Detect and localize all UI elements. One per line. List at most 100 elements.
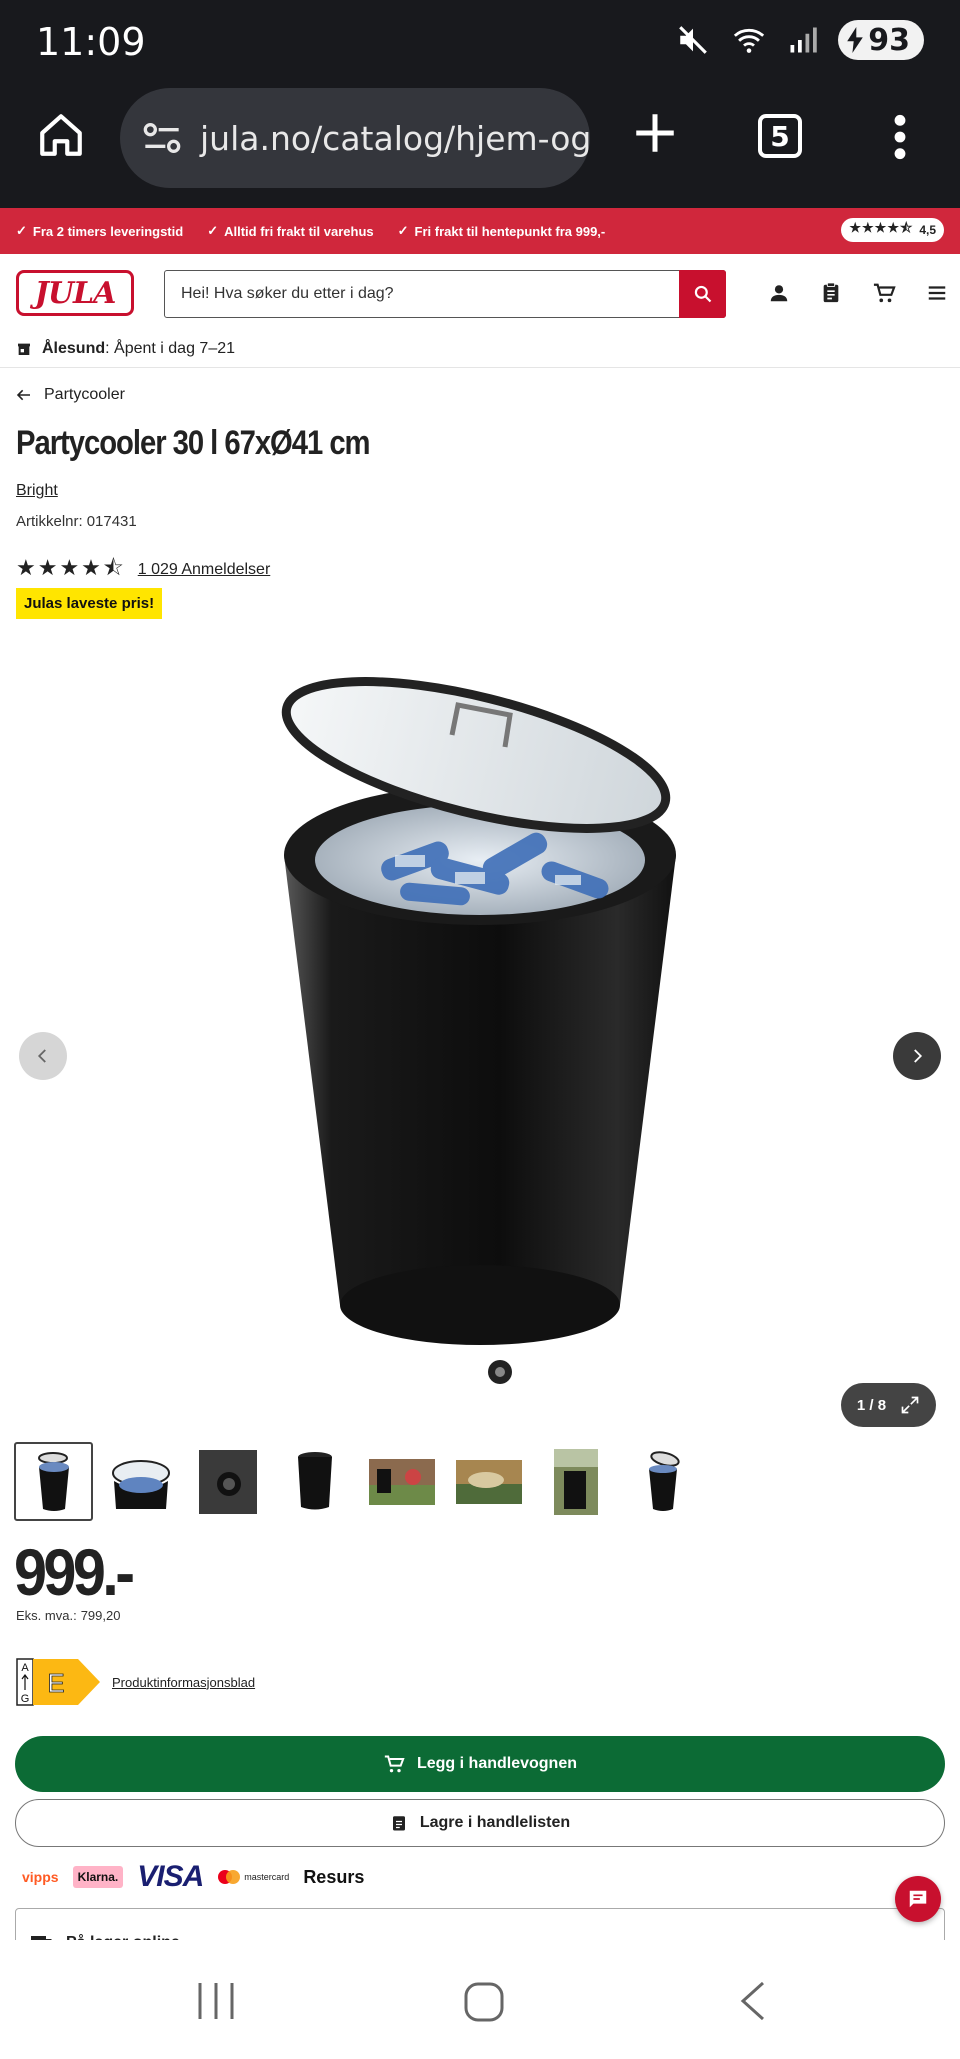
chevron-left-icon [37,1049,46,1063]
breadcrumb-back-link[interactable]: Partycooler [16,386,125,404]
gallery-counter: 1 / 8 [856,1396,887,1414]
promo-item: ✓ Alltid fri frakt til varehus [207,223,373,239]
site-rating-pill[interactable]: ★★★★⯪ 4,5 [841,218,944,242]
store-hours: Åpent i dag 7–21 [114,339,236,357]
account-icon[interactable] [768,282,790,304]
browser-toolbar: jula.no/catalog/hjem-og-h 5 [0,82,960,208]
lowest-price-badge: Julas laveste pris! [16,588,163,619]
check-icon: ✓ [16,223,27,238]
thumbnail-image [37,1451,69,1511]
promo-text: Fri frakt til hentepunkt fra 999,- [414,223,606,239]
gallery-prev-button[interactable] [19,1032,67,1080]
menu-icon[interactable] [926,282,948,304]
site-rating-value: 4,5 [919,223,936,237]
store-name: Ålesund [42,339,106,357]
star-rating-icon: ★★★★⯪ [16,555,126,580]
status-icons: 93 [676,20,924,60]
gallery-next-button[interactable] [893,1032,941,1080]
payment-methods: vipps Klarna. VISA mastercard Resurs [22,1860,364,1894]
search-icon [694,285,711,303]
vipps-logo: vipps [22,1869,59,1885]
thumbnail[interactable] [101,1442,180,1521]
new-tab-icon[interactable] [630,108,680,158]
thumbnail[interactable] [14,1442,93,1521]
thumbnail[interactable] [362,1442,441,1521]
article-number-label: Artikkelnr: [16,513,83,530]
product-image [281,677,676,1384]
gallery-counter-button[interactable]: 1 / 8 [841,1383,936,1427]
recents-icon[interactable] [196,1981,236,2021]
star-rating-icon: ★★★★⯪ [849,220,914,235]
site-settings-icon[interactable] [142,121,182,155]
thumbnail[interactable] [623,1442,702,1521]
expand-icon [901,1396,919,1414]
price-ex-vat-label: Eks. mva.: [16,1608,77,1623]
jula-logo[interactable]: JULA [16,270,134,316]
browser-menu-icon[interactable] [890,112,910,162]
search-input[interactable] [165,271,679,317]
add-to-cart-button[interactable]: Legg i handlevognen [15,1736,945,1792]
search-bar [164,270,726,318]
wifi-icon [734,28,765,53]
chevron-right-icon [914,1049,923,1063]
promo-text: Fra 2 timers leveringstid [32,223,184,239]
battery-level: 93 [868,22,910,58]
thumbnail[interactable] [449,1442,528,1521]
address-bar[interactable]: jula.no/catalog/hjem-og-h [120,88,590,188]
save-to-list-label: Lagre i handlelisten [419,1814,571,1831]
product-rating: ★★★★⯪ 1 029 Anmeldelser [16,551,270,589]
check-icon: ✓ [207,223,219,238]
thumbnail-image [648,1450,680,1511]
thumbnail[interactable] [275,1442,354,1521]
status-time: 11:09 [36,20,146,64]
cart-icon[interactable] [872,282,896,304]
check-icon: ✓ [397,223,409,238]
logo-text: JULA [34,275,117,311]
product-title: Partycooler 30 l 67xØ41 cm [16,424,371,462]
brand-link[interactable]: Bright [16,482,58,500]
status-bar: 11:09 93 [0,0,960,82]
url-text: jula.no/catalog/hjem-og-h [200,118,590,158]
thumbnail-image [368,1458,435,1505]
system-nav-bar [0,1945,960,2059]
shopping-list-icon[interactable] [820,282,842,304]
home-nav-icon[interactable] [463,1981,505,2023]
tab-switcher-button[interactable]: 5 [758,114,802,158]
reviews-link[interactable]: 1 029 Anmeldelser [138,561,271,579]
thumbnail-image [198,1449,257,1514]
energy-class-icon[interactable]: A G E [16,1658,102,1706]
search-button[interactable] [679,270,726,318]
thumbnail-image [111,1459,170,1509]
product-image-gallery[interactable]: 1 / 8 [0,650,960,1430]
store-icon [18,343,30,355]
site-header: JULA [0,254,960,330]
chat-button[interactable] [895,1876,941,1922]
charging-icon [847,27,864,53]
mastercard-text: mastercard [244,1872,290,1882]
thumbnail[interactable] [536,1442,615,1521]
browser-home-icon[interactable] [36,110,86,160]
signal-icon [790,27,817,53]
price-ex-vat-value: 799,20 [80,1608,121,1623]
thumbnail[interactable] [188,1442,267,1521]
back-icon[interactable] [737,1981,767,2021]
energy-scale-top: A [21,1662,29,1674]
add-to-cart-label: Legg i handlevognen [416,1755,577,1772]
resurs-logo: Resurs [303,1866,365,1887]
save-to-list-button[interactable]: Lagre i handlelisten [15,1799,945,1847]
mute-icon [679,26,708,54]
thumbnail-image [553,1448,598,1515]
article-number-value: 017431 [86,513,137,530]
shopping-list-icon [392,1816,405,1831]
energy-label-row: A G E Produktinformasjonsblad [16,1658,255,1706]
visa-logo: VISA [137,1860,204,1893]
product-info-sheet-link[interactable]: Produktinformasjonsblad [112,1675,255,1690]
klarna-logo: Klarna. [72,1866,124,1888]
mastercard-logo: mastercard [217,1869,289,1885]
energy-class-letter: E [47,1668,64,1698]
store-info-bar[interactable]: Ålesund: Åpent i dag 7–21 [0,330,960,368]
header-actions [768,282,948,304]
battery-indicator: 93 [838,20,924,60]
chat-icon [909,1890,927,1908]
arrow-left-icon [16,389,30,401]
